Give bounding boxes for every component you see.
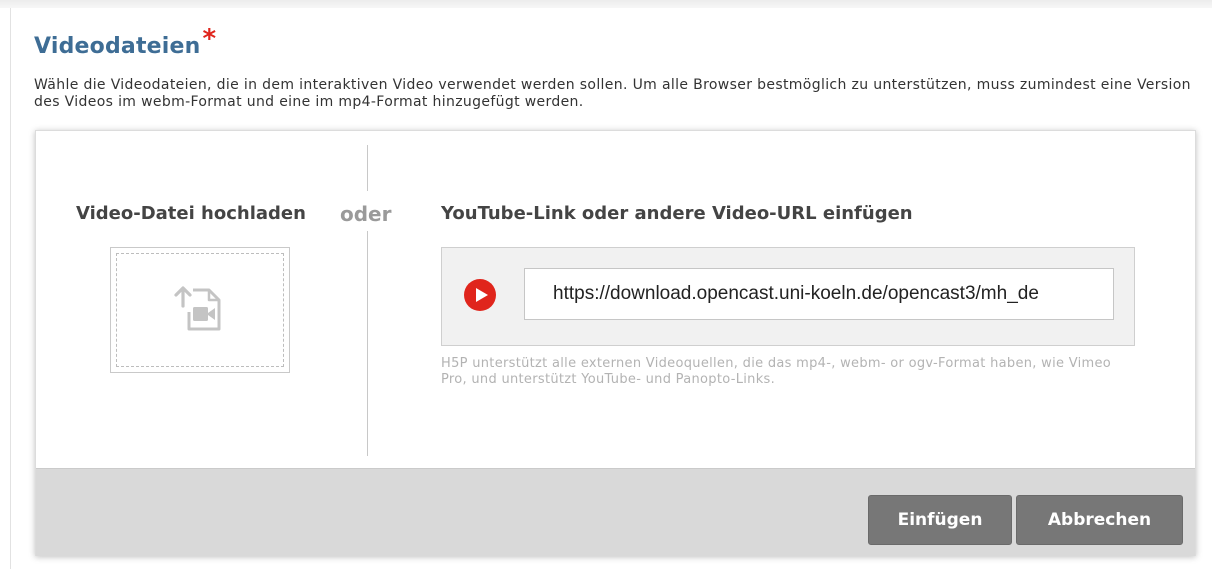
upload-dropzone[interactable] [110, 247, 290, 373]
url-heading: YouTube-Link oder andere Video-URL einfü… [441, 203, 913, 224]
youtube-play-icon [463, 278, 497, 316]
url-help-text: H5P unterstützt alle externen Videoquell… [441, 356, 1112, 387]
field-description: Wähle die Videodateien, die in dem inter… [34, 77, 1191, 110]
left-border [10, 8, 11, 569]
dialog-footer: Einfügen Abbrechen [36, 468, 1195, 556]
url-input-panel [441, 247, 1135, 346]
field-title-text: Videodateien [34, 34, 201, 59]
video-url-input[interactable] [524, 268, 1114, 320]
field-title: Videodateien* [34, 24, 216, 60]
required-marker: * [202, 24, 217, 54]
divider-line-top [367, 145, 368, 191]
upload-heading: Video-Datei hochladen [76, 203, 306, 224]
divider-line-bottom [367, 231, 368, 456]
video-source-dialog: Video-Datei hochladen oder YouTube-Link … [35, 130, 1196, 556]
cancel-button[interactable]: Abbrechen [1016, 495, 1183, 545]
or-separator: oder [340, 202, 392, 226]
insert-button[interactable]: Einfügen [868, 495, 1012, 545]
file-upload-video-icon [173, 282, 225, 338]
top-border [0, 0, 1212, 8]
